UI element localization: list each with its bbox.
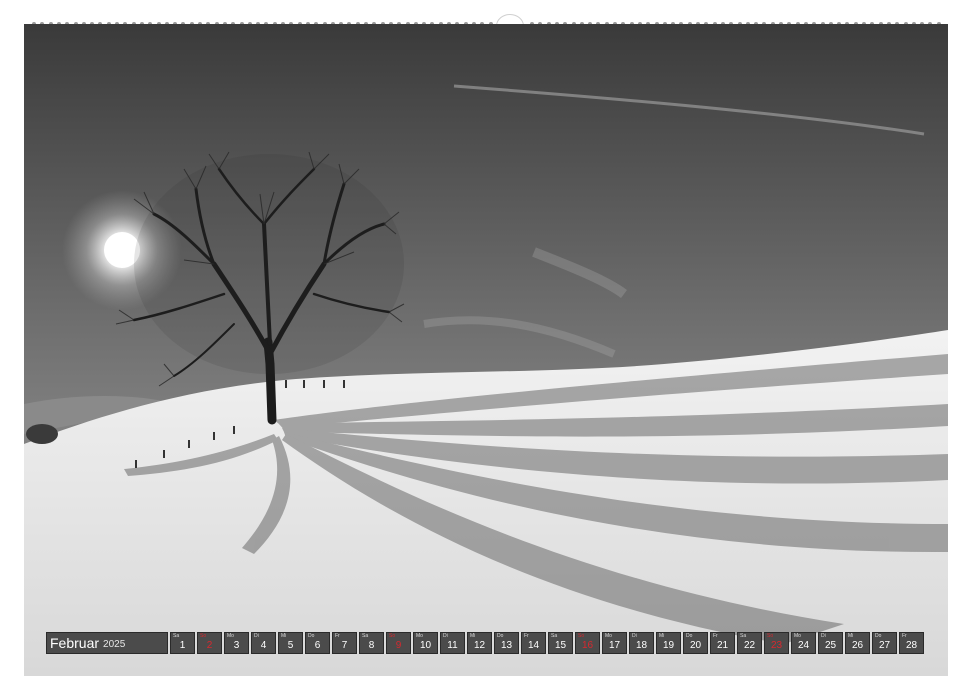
weekday-label: Fr (902, 633, 907, 639)
day-cell: Fr 14 (521, 632, 546, 654)
day-number: 6 (314, 640, 321, 651)
weekday-label: Fr (335, 633, 340, 639)
day-cell: So 9 (386, 632, 411, 654)
day-cell: Mi 12 (467, 632, 492, 654)
day-cells: Sa 1 So 2 Mo 3 Di 4 Mi 5 Do 6 Fr 7 Sa 8 So 9 Mo 10 Di 11 Mi 12 D… (170, 632, 924, 654)
day-cell: Do 27 (872, 632, 897, 654)
weekday-label: Do (686, 633, 693, 639)
day-number: 1 (179, 640, 186, 651)
day-number: 22 (743, 640, 756, 651)
day-cell: Sa 8 (359, 632, 384, 654)
day-number: 20 (689, 640, 702, 651)
weekday-label: Mo (416, 633, 423, 639)
day-number: 19 (662, 640, 675, 651)
day-cell: Sa 1 (170, 632, 195, 654)
weekday-label: Di (254, 633, 259, 639)
day-cell: Mo 24 (791, 632, 816, 654)
day-number: 13 (500, 640, 513, 651)
weekday-label: Sa (173, 633, 180, 639)
day-number: 25 (824, 640, 837, 651)
day-number: 8 (368, 640, 375, 651)
day-number: 11 (447, 640, 458, 651)
weekday-label: Fr (524, 633, 529, 639)
day-cell: Do 13 (494, 632, 519, 654)
day-number: 26 (851, 640, 864, 651)
weekday-label: So (389, 633, 396, 639)
day-number: 5 (287, 640, 294, 651)
day-number: 2 (206, 640, 213, 651)
day-cell: Di 4 (251, 632, 276, 654)
weekday-label: Mi (659, 633, 665, 639)
day-number: 17 (608, 640, 621, 651)
day-cell: So 2 (197, 632, 222, 654)
weekday-label: Mo (794, 633, 801, 639)
weekday-label: Sa (740, 633, 747, 639)
day-number: 3 (233, 640, 240, 651)
weekday-label: Do (497, 633, 504, 639)
winter-landscape-image (24, 24, 948, 676)
day-cell: Di 11 (440, 632, 465, 654)
day-cell: Mo 10 (413, 632, 438, 654)
day-number: 4 (260, 640, 267, 651)
day-cell: So 16 (575, 632, 600, 654)
day-cell: Do 20 (683, 632, 708, 654)
day-cell: Mo 17 (602, 632, 627, 654)
weekday-label: Di (632, 633, 637, 639)
month-label-box: Februar 2025 (46, 632, 168, 654)
weekday-label: So (578, 633, 585, 639)
year-label: 2025 (103, 638, 126, 650)
weekday-label: Mi (470, 633, 476, 639)
month-name: Februar (50, 635, 100, 651)
weekday-label: So (200, 633, 207, 639)
day-cell: Fr 21 (710, 632, 735, 654)
day-number: 10 (419, 640, 432, 651)
day-number: 9 (395, 640, 402, 651)
day-cell: Mi 5 (278, 632, 303, 654)
weekday-label: Mi (848, 633, 854, 639)
weekday-label: Mi (281, 633, 287, 639)
day-cell: Mo 3 (224, 632, 249, 654)
day-number: 15 (554, 640, 567, 651)
day-number: 23 (770, 640, 783, 651)
day-number: 21 (716, 640, 729, 651)
day-cell: Fr 7 (332, 632, 357, 654)
day-number: 16 (581, 640, 594, 651)
day-number: 24 (797, 640, 810, 651)
day-cell: Fr 28 (899, 632, 924, 654)
day-cell: Di 25 (818, 632, 843, 654)
weekday-label: Sa (362, 633, 369, 639)
calendar-photo (24, 24, 948, 676)
weekday-label: So (767, 633, 774, 639)
day-number: 14 (527, 640, 540, 651)
day-cell: Mi 26 (845, 632, 870, 654)
weekday-label: Mo (605, 633, 612, 639)
day-cell: Sa 22 (737, 632, 762, 654)
weekday-label: Do (875, 633, 882, 639)
weekday-label: Di (443, 633, 448, 639)
weekday-label: Di (821, 633, 826, 639)
day-number: 7 (341, 640, 348, 651)
day-number: 28 (905, 640, 918, 651)
day-cell: Di 18 (629, 632, 654, 654)
weekday-label: Mo (227, 633, 234, 639)
weekday-label: Sa (551, 633, 558, 639)
day-cell: Mi 19 (656, 632, 681, 654)
weekday-label: Fr (713, 633, 718, 639)
day-cell: Sa 15 (548, 632, 573, 654)
day-cell: So 23 (764, 632, 789, 654)
day-number: 27 (878, 640, 891, 651)
day-number: 18 (635, 640, 648, 651)
calendar-strip: Februar 2025 Sa 1 So 2 Mo 3 Di 4 Mi 5 Do 6 Fr 7 Sa 8 So 9… (46, 632, 926, 654)
weekday-label: Do (308, 633, 315, 639)
day-number: 12 (473, 640, 486, 651)
day-cell: Do 6 (305, 632, 330, 654)
